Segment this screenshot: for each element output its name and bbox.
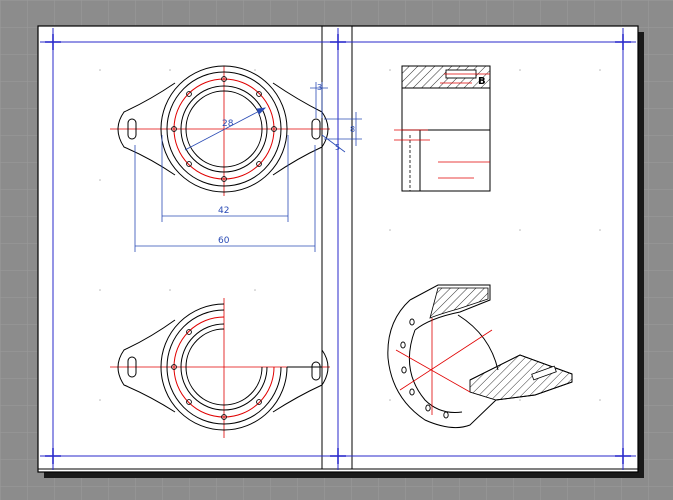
cad-viewport[interactable]: 28 42 60 3 8 5 B bbox=[0, 0, 673, 500]
section-label-b: B bbox=[478, 76, 486, 87]
dim-60-label: 60 bbox=[218, 236, 230, 246]
dim-28-label: 28 bbox=[222, 119, 234, 129]
dim-8-label: 8 bbox=[350, 125, 355, 134]
dim-5-label: 5 bbox=[335, 143, 340, 152]
drawing-canvas[interactable]: 28 42 60 3 8 5 B bbox=[0, 0, 673, 500]
dim-42-label: 42 bbox=[218, 206, 229, 216]
dim-3-label: 3 bbox=[317, 83, 322, 92]
